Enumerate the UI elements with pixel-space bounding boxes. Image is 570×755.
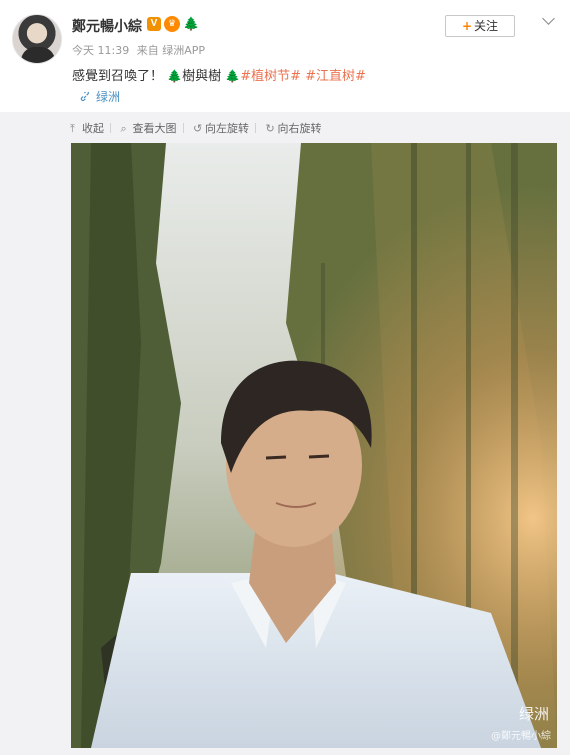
post-meta: 今天 11:39 来自 绿洲APP (72, 42, 209, 58)
watermark-user: @鄭元暢小綜 (491, 731, 551, 742)
view-large-button[interactable]: ⌕ 查看大图 (121, 120, 177, 136)
post-text: 感覺到召喚了！ 🌲樹與樹 🌲#植树节# #江直树# (72, 65, 366, 84)
rotate-right-button[interactable]: ↻ 向右旋转 (266, 120, 322, 136)
rotate-left-button[interactable]: ↺ 向左旋转 (193, 120, 249, 136)
link-icon (80, 92, 89, 102)
collapse-button[interactable]: ⤒ 收起 (70, 120, 104, 136)
search-icon: ⌕ (120, 122, 127, 135)
post-time[interactable]: 今天 11:39 (72, 44, 129, 57)
watermark-title: 绿洲 (518, 705, 549, 723)
vip-crown-icon: ♛ (164, 16, 180, 32)
media-panel: ⤒ 收起 ⌕ 查看大图 ↺ 向左旋转 ↻ 向右旋转 绿洲 @鄭元暢小綜 (0, 112, 570, 755)
tree-icon: 🌲 (167, 69, 183, 83)
tree-icon: 🌲 (225, 69, 241, 83)
post-source[interactable]: 来自 绿洲APP (137, 44, 205, 57)
post-header: 鄭元暢小綜 V ♛ 🌲 今天 11:39 来自 绿洲APP + 关注 感覺到召喚了… (0, 0, 570, 112)
post-text-mid: 樹與樹 (182, 69, 222, 84)
photo-illustration (71, 143, 557, 748)
follow-button[interactable]: + 关注 (445, 15, 515, 37)
collapse-icon: ⤒ (70, 122, 75, 135)
avatar[interactable] (12, 14, 62, 64)
hashtag-jiang[interactable]: #江直树# (305, 69, 366, 84)
rotate-right-icon: ↻ (265, 122, 275, 135)
plus-icon: + (461, 19, 473, 33)
location-label: 绿洲 (96, 90, 121, 104)
tree-icon: 🌲 (183, 17, 200, 32)
rotate-left-icon: ↺ (193, 122, 203, 135)
username[interactable]: 鄭元暢小綜 (72, 16, 142, 36)
chevron-down-icon[interactable] (541, 12, 557, 28)
verified-icon: V (147, 17, 161, 31)
location-link[interactable]: 绿洲 (80, 88, 120, 105)
follow-label: 关注 (474, 19, 499, 33)
media-toolbar: ⤒ 收起 ⌕ 查看大图 ↺ 向左旋转 ↻ 向右旋转 (70, 120, 326, 138)
hashtag-planting[interactable]: #植树节# (240, 69, 301, 84)
post-photo[interactable]: 绿洲 @鄭元暢小綜 (71, 143, 557, 748)
post-text-lead: 感覺到召喚了！ (72, 69, 164, 84)
